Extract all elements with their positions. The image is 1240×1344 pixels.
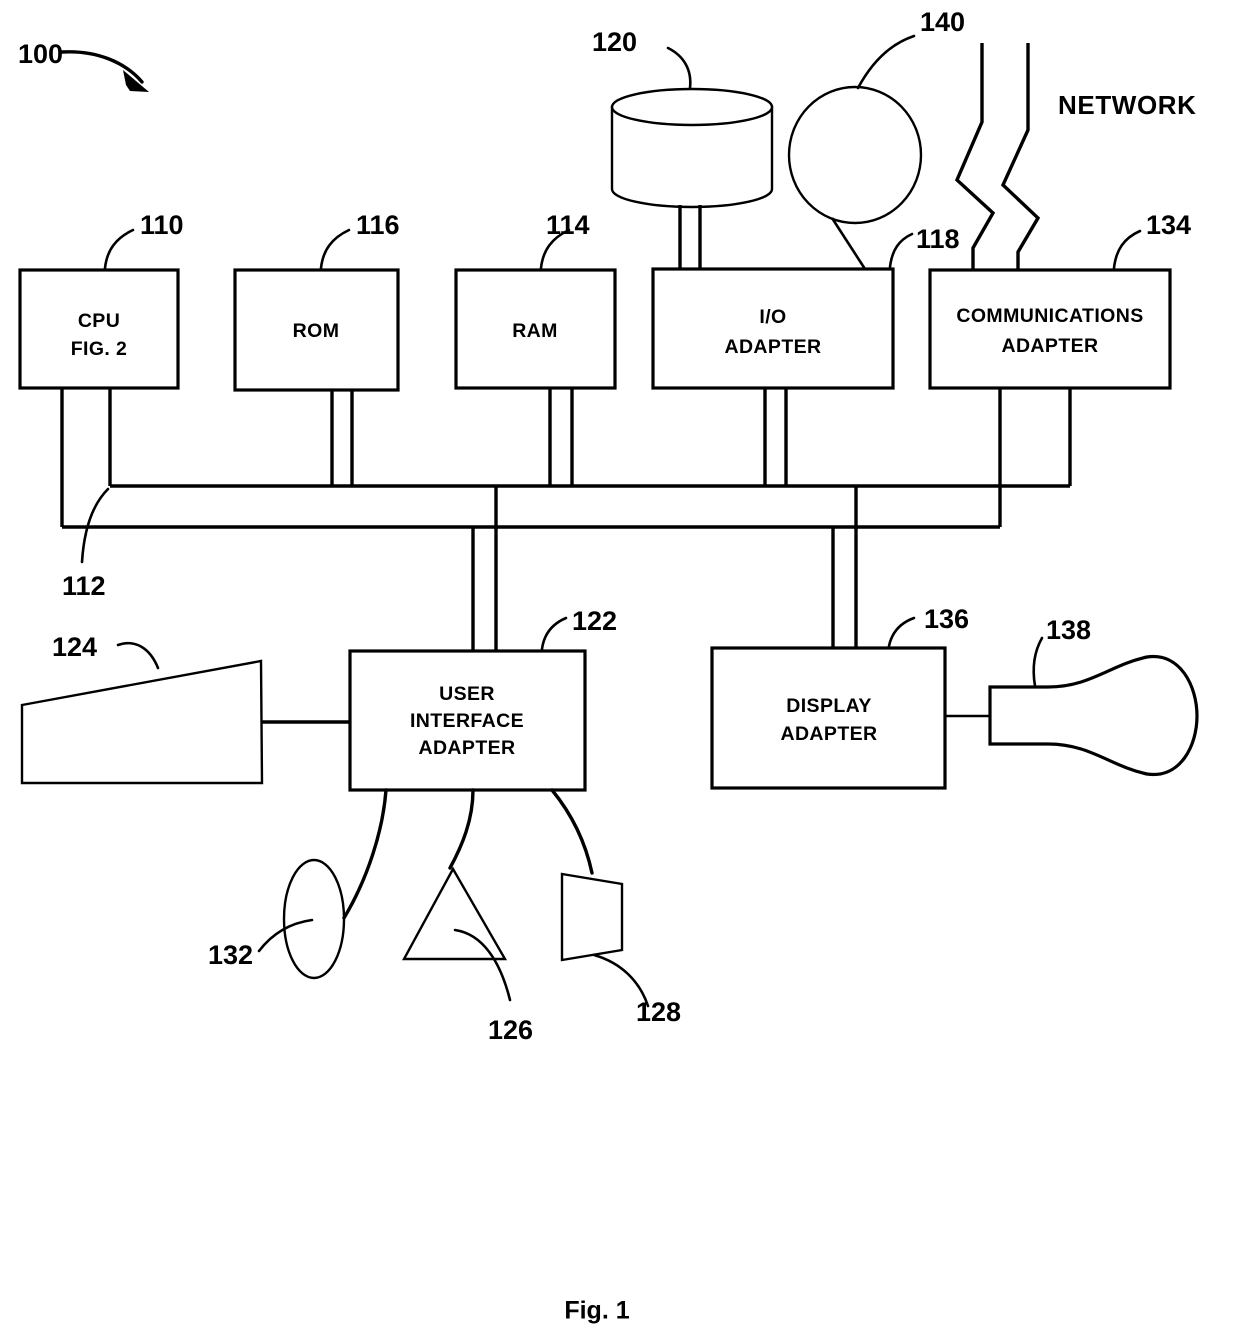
display-adapter-reference-leader bbox=[887, 616, 916, 648]
ref-label-110: 110 bbox=[140, 210, 184, 240]
ref-label-140: 140 bbox=[920, 7, 965, 37]
patent-figure-1: 100 112 CPU FIG. 2 110 ROM 116 RAM 114 I… bbox=[0, 0, 1240, 1344]
system-bus-112: 112 bbox=[62, 484, 1070, 601]
ref-label-126: 126 bbox=[488, 1015, 533, 1045]
ref-label-118: 118 bbox=[916, 224, 960, 254]
block-display-adapter[interactable]: DISPLAY ADAPTER 136 bbox=[710, 604, 969, 790]
crt-monitor-icon[interactable] bbox=[988, 654, 1199, 777]
tape-reference-leader bbox=[856, 34, 916, 90]
ref-label-122: 122 bbox=[572, 606, 617, 636]
block-rom[interactable]: ROM 116 bbox=[233, 210, 400, 392]
wire-tape-to-io bbox=[830, 217, 867, 270]
cpu-label-line-2: FIG. 2 bbox=[71, 338, 128, 360]
ram-label: RAM bbox=[512, 320, 558, 342]
ref-label-116: 116 bbox=[356, 210, 400, 240]
ref-label-132: 132 bbox=[208, 940, 253, 970]
ref-label-138: 138 bbox=[1046, 615, 1091, 645]
wire-trackball-to-ui-adapter bbox=[342, 788, 388, 920]
ref-label-128: 128 bbox=[636, 997, 681, 1027]
cpu-reference-leader bbox=[103, 228, 135, 270]
ref-label-100: 100 bbox=[18, 39, 63, 69]
io-adapter-box[interactable] bbox=[651, 267, 895, 390]
ref-label-112: 112 bbox=[62, 571, 106, 601]
mouse-triangle-icon[interactable] bbox=[401, 866, 508, 961]
network-label: NETWORK bbox=[1058, 90, 1197, 120]
rom-label: ROM bbox=[293, 320, 340, 342]
peripheral-trackball[interactable]: 132 bbox=[208, 788, 388, 980]
tape-reel-circle-icon[interactable] bbox=[787, 85, 923, 225]
display-adapter-label-line-1: DISPLAY bbox=[786, 695, 872, 717]
cpu-label-line-1: CPU bbox=[78, 310, 120, 332]
display-adapter-box[interactable] bbox=[710, 646, 947, 790]
disk-reference-leader bbox=[666, 46, 692, 90]
block-diagram-canvas: 100 112 CPU FIG. 2 110 ROM 116 RAM 114 I… bbox=[18, 7, 1199, 1325]
io-adapter-label-line-2: ADAPTER bbox=[724, 336, 821, 358]
bus-drop-wires-bottom bbox=[471, 486, 858, 651]
keyboard-icon[interactable] bbox=[20, 659, 264, 785]
wire-speaker-to-ui-adapter bbox=[550, 788, 594, 875]
ref-label-134: 134 bbox=[1146, 210, 1191, 240]
ref-label-114: 114 bbox=[546, 210, 590, 240]
figure-caption: Fig. 1 bbox=[564, 1297, 629, 1325]
block-communications-adapter[interactable]: COMMUNICATIONS ADAPTER 134 bbox=[928, 210, 1191, 390]
ui-adapter-label-line-3: ADAPTER bbox=[418, 737, 515, 759]
ref-label-120: 120 bbox=[592, 27, 637, 57]
block-ram[interactable]: RAM 114 bbox=[454, 210, 617, 390]
disk-cylinder-top-icon[interactable] bbox=[610, 87, 774, 127]
communications-adapter-reference-leader bbox=[1112, 229, 1142, 270]
system-reference-arrowhead bbox=[123, 70, 149, 92]
monitor-reference-leader bbox=[1032, 636, 1044, 688]
bus-drop-wires-top bbox=[60, 388, 1072, 527]
ui-adapter-label-line-2: INTERFACE bbox=[410, 710, 524, 732]
network-break-line-left-icon bbox=[954, 43, 996, 270]
network-break-line-right-icon bbox=[1000, 43, 1041, 270]
keyboard-reference-leader bbox=[116, 641, 160, 670]
ui-adapter-reference-leader bbox=[540, 616, 568, 651]
rom-reference-leader bbox=[319, 228, 351, 270]
io-adapter-reference-leader bbox=[888, 232, 914, 269]
wire-mouse-to-ui-adapter bbox=[448, 788, 475, 870]
peripheral-speaker[interactable]: 128 bbox=[550, 788, 681, 1027]
system-reference-callout: 100 bbox=[18, 39, 149, 92]
peripheral-monitor[interactable]: 138 bbox=[945, 615, 1199, 777]
ref-label-124: 124 bbox=[52, 632, 97, 662]
communications-adapter-label-line-2: ADAPTER bbox=[1001, 335, 1098, 357]
peripheral-disk[interactable]: 120 bbox=[592, 27, 774, 269]
block-user-interface-adapter[interactable]: USER INTERFACE ADAPTER 122 bbox=[348, 606, 617, 792]
peripheral-keyboard[interactable]: 124 bbox=[20, 632, 350, 785]
ui-adapter-label-line-1: USER bbox=[439, 683, 495, 705]
display-adapter-label-line-2: ADAPTER bbox=[780, 723, 877, 745]
io-adapter-label-line-1: I/O bbox=[759, 306, 786, 328]
speaker-icon[interactable] bbox=[560, 872, 624, 962]
communications-adapter-label-line-1: COMMUNICATIONS bbox=[956, 305, 1143, 327]
ref-label-136: 136 bbox=[924, 604, 969, 634]
block-cpu[interactable]: CPU FIG. 2 110 bbox=[18, 210, 184, 390]
communications-adapter-box[interactable] bbox=[928, 268, 1172, 390]
trackball-ellipse-icon[interactable] bbox=[282, 858, 346, 980]
peripheral-mouse[interactable]: 126 bbox=[401, 788, 533, 1045]
